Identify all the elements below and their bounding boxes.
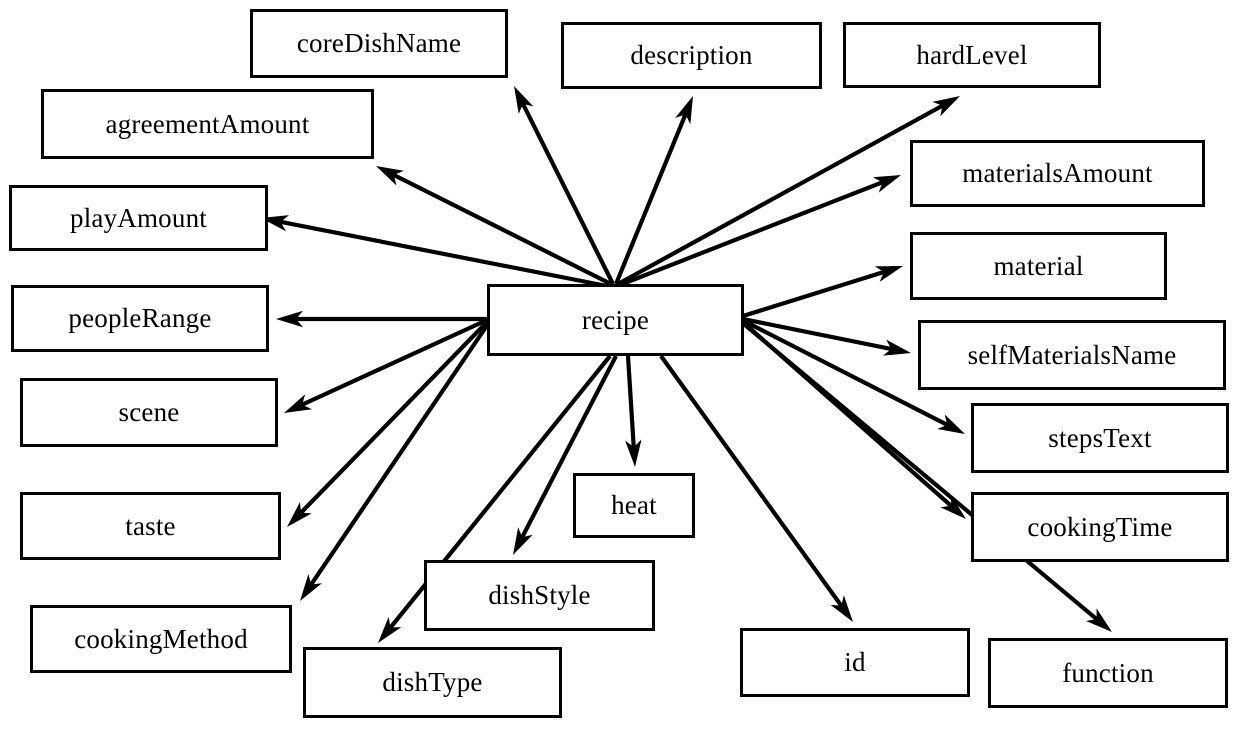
edge-recipe-to-peopleRange	[276, 310, 487, 328]
arrowhead-icon	[1086, 608, 1112, 632]
attribute-node-cookingMethod[interactable]: cookingMethod	[30, 605, 292, 673]
attribute-node-dishStyle[interactable]: dishStyle	[424, 560, 655, 631]
attribute-node-hardLevel[interactable]: hardLevel	[843, 22, 1101, 88]
arrowhead-icon	[872, 175, 901, 193]
arrowhead-icon	[276, 310, 303, 328]
edge-recipe-to-playAmount	[261, 215, 608, 289]
arrowhead-icon	[932, 96, 960, 117]
edge-line	[619, 179, 886, 287]
attribute-node-playAmount[interactable]: playAmount	[9, 185, 268, 251]
node-label: scene	[118, 397, 180, 428]
attribute-node-material[interactable]: material	[910, 232, 1167, 300]
node-label: peopleRange	[68, 303, 212, 334]
attribute-node-dishType[interactable]: dishType	[303, 647, 562, 718]
attribute-node-heat[interactable]: heat	[573, 473, 695, 538]
attribute-node-id[interactable]: id	[740, 628, 970, 697]
arrowhead-icon	[376, 166, 404, 186]
arrowhead-icon	[830, 595, 853, 622]
arrowhead-icon	[940, 494, 966, 519]
edge-line	[520, 101, 615, 285]
node-label: id	[844, 647, 866, 678]
edge-line	[278, 219, 608, 289]
arrowhead-icon	[284, 394, 312, 413]
attribute-node-selfMaterialsName[interactable]: selfMaterialsName	[918, 320, 1226, 390]
attribute-node-cookingTime[interactable]: cookingTime	[971, 492, 1229, 562]
arrowhead-icon	[625, 439, 642, 467]
edge-recipe-to-agreementAmount	[376, 166, 612, 286]
attribute-node-peopleRange[interactable]: peopleRange	[11, 285, 269, 352]
edge-recipe-to-coreDishName	[514, 86, 615, 285]
edge-line	[625, 355, 636, 450]
node-label: function	[1062, 657, 1154, 688]
node-label: stepsText	[1048, 422, 1152, 453]
node-label: hardLevel	[916, 39, 1028, 70]
attribute-node-description[interactable]: description	[561, 22, 822, 89]
node-label: heat	[611, 490, 657, 521]
arrowhead-icon	[378, 616, 402, 643]
node-label: agreementAmount	[105, 108, 310, 139]
edge-recipe-to-scene	[284, 318, 488, 413]
edge-line	[614, 111, 689, 285]
node-label: coreDishName	[296, 28, 462, 59]
edge-recipe-to-materialsAmount	[619, 175, 901, 287]
edge-recipe-to-description	[614, 96, 693, 285]
attribute-node-coreDishName[interactable]: coreDishName	[250, 9, 508, 78]
attribute-node-taste[interactable]: taste	[20, 492, 281, 560]
node-label: dishType	[382, 667, 483, 698]
edge-line	[742, 316, 894, 352]
node-label: selfMaterialsName	[967, 339, 1177, 370]
edge-line	[298, 320, 489, 516]
arrowhead-icon	[287, 501, 312, 527]
arrowhead-icon	[937, 414, 965, 434]
node-label: description	[630, 40, 753, 71]
attribute-node-materialsAmount[interactable]: materialsAmount	[910, 140, 1205, 207]
node-label: material	[993, 250, 1084, 281]
node-label: taste	[125, 510, 176, 541]
arrowhead-icon	[882, 339, 911, 356]
edge-line	[742, 269, 887, 319]
arrowhead-icon	[514, 86, 534, 114]
node-label: materialsAmount	[962, 158, 1153, 189]
edge-recipe-to-heat	[625, 355, 642, 467]
edge-line	[616, 102, 946, 286]
entity-relationship-diagram: recipe coreDishName description hardLevel ag…	[0, 0, 1239, 729]
attribute-node-stepsText[interactable]: stepsText	[971, 403, 1229, 473]
node-label: dishStyle	[488, 580, 591, 611]
arrowhead-icon	[513, 527, 533, 555]
edge-line	[308, 322, 490, 588]
arrowhead-icon	[675, 96, 693, 125]
edge-recipe-to-taste	[287, 320, 489, 527]
node-label: cookingMethod	[74, 623, 248, 654]
attribute-node-scene[interactable]: scene	[20, 378, 278, 447]
node-label: cookingTime	[1027, 511, 1173, 542]
arrowhead-icon	[300, 574, 322, 601]
edge-recipe-to-selfMaterialsName	[742, 316, 911, 356]
entity-node-recipe[interactable]: recipe	[487, 284, 744, 356]
edge-recipe-to-material	[742, 266, 903, 319]
edge-recipe-to-hardLevel	[616, 96, 960, 286]
attribute-node-function[interactable]: function	[988, 638, 1228, 708]
edge-line	[299, 318, 488, 408]
arrowhead-icon	[874, 266, 903, 282]
node-label: recipe	[581, 304, 650, 335]
edge-line	[391, 172, 612, 286]
attribute-node-agreementAmount[interactable]: agreementAmount	[41, 89, 374, 159]
node-label: playAmount	[70, 202, 207, 233]
